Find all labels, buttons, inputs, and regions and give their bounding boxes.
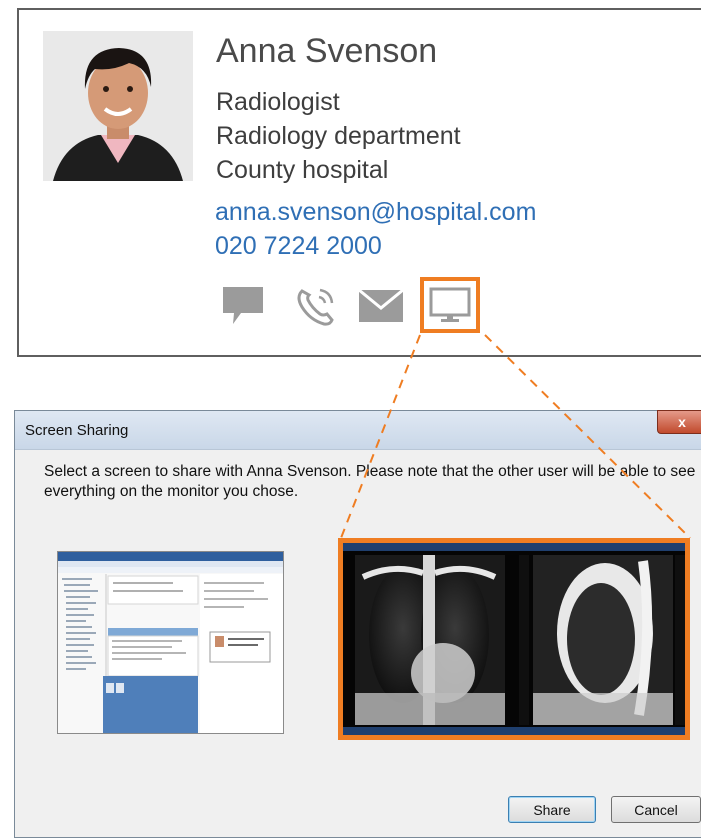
cancel-button[interactable]: Cancel: [611, 796, 701, 823]
share-button[interactable]: Share: [508, 796, 596, 823]
dialog-instructions: Select a screen to share with Anna Svens…: [44, 463, 696, 500]
close-button[interactable]: x: [657, 410, 701, 434]
dialog-titlebar: Screen Sharing x: [15, 410, 701, 450]
monitor-1-thumbnail[interactable]: [57, 551, 284, 734]
close-icon: x: [678, 414, 686, 430]
contact-card: Anna Svenson Radiologist Radiology depar…: [17, 8, 701, 357]
contact-name: Anna Svenson: [216, 32, 438, 70]
monitor-icon: [429, 287, 471, 322]
dialog-title: Screen Sharing: [25, 422, 129, 439]
contact-photo: [43, 31, 193, 181]
screen-sharing-dialog: Screen Sharing x Select a screen to shar…: [14, 410, 701, 838]
phone-icon: [297, 288, 334, 326]
monitor-2-preview: [343, 543, 685, 735]
contact-actions: [217, 277, 499, 333]
chat-button[interactable]: [217, 280, 269, 332]
contact-email-link[interactable]: anna.svenson@hospital.com: [215, 198, 536, 227]
contact-title: Radiologist: [216, 88, 340, 116]
chat-bubble-icon: [223, 287, 263, 324]
monitor-2-thumbnail[interactable]: [338, 538, 690, 740]
contact-department: Radiology department: [216, 122, 461, 150]
monitor-1-preview: [58, 552, 283, 733]
share-screen-button[interactable]: [420, 277, 480, 333]
contact-phone-link[interactable]: 020 7224 2000: [215, 232, 382, 261]
dialog-body: Select a screen to share with Anna Svens…: [15, 450, 701, 837]
email-button[interactable]: [355, 280, 407, 332]
call-button[interactable]: [289, 280, 341, 332]
envelope-icon: [358, 289, 404, 322]
contact-organization: County hospital: [216, 156, 389, 184]
